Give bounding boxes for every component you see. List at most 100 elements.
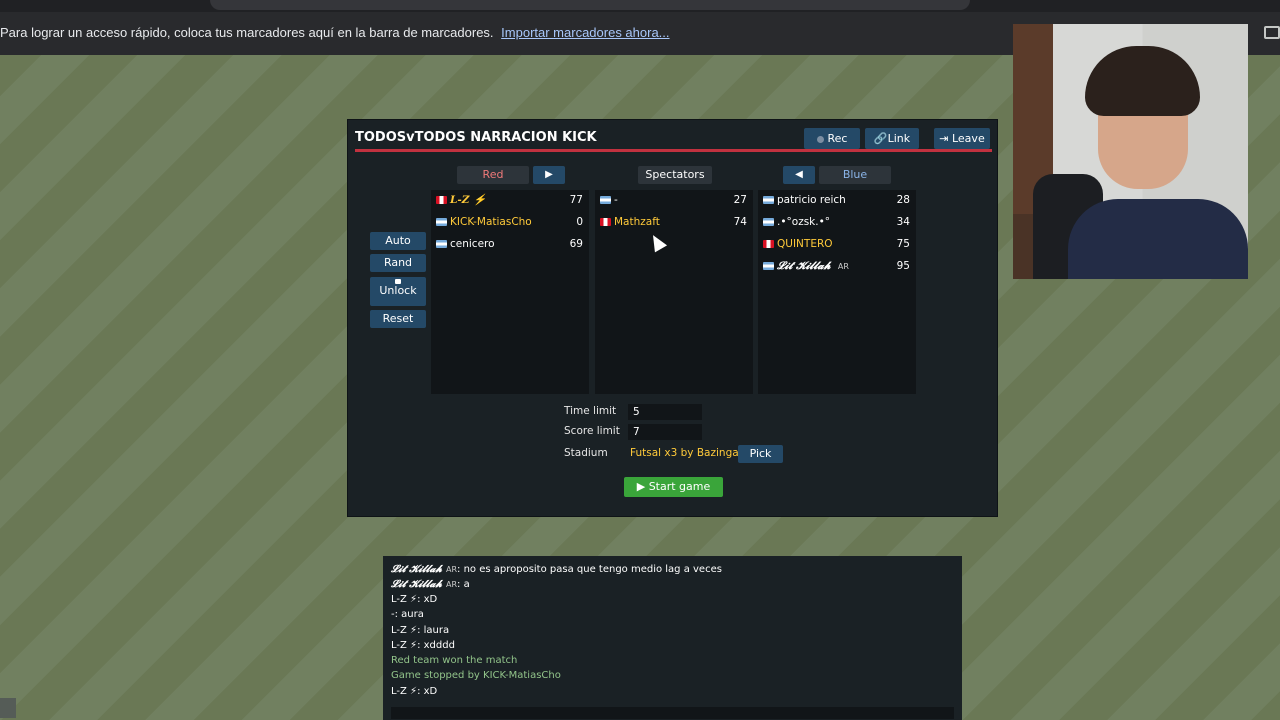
- list-item[interactable]: Mathzaft 74: [595, 212, 753, 234]
- list-item[interactable]: cenicero 69: [431, 234, 589, 256]
- rec-button[interactable]: Rec: [804, 128, 860, 149]
- list-item[interactable]: 𝓛𝓲𝓽 𝓚𝓲𝓵𝓵𝓪𝓱 AR 95: [758, 256, 916, 278]
- blue-team-list[interactable]: patricio reich 28 .•°ozsk.•° 34 QUINTERO…: [758, 190, 916, 394]
- chat-author: L-Z ⚡: [391, 625, 418, 636]
- leave-icon: ⇥: [939, 132, 952, 145]
- spectators-header[interactable]: Spectators: [638, 166, 712, 184]
- room-dialog: TODOSvTODOS NARRACION KICK Rec 🔗Link ⇥ L…: [347, 119, 998, 517]
- list-item[interactable]: .•°ozsk.•° 34: [758, 212, 916, 234]
- room-header: TODOSvTODOS NARRACION KICK Rec 🔗Link ⇥ L…: [355, 128, 992, 152]
- chat-message: 𝓛𝓲𝓽 𝓚𝓲𝓵𝓵𝓪𝓱 AR: no es aproposito pasa que …: [391, 564, 722, 575]
- chat-text: : laura: [417, 625, 450, 636]
- peru-flag-icon: [436, 196, 447, 204]
- list-item[interactable]: QUINTERO 75: [758, 234, 916, 256]
- time-limit-label: Time limit: [564, 405, 617, 417]
- score-limit-label: Score limit: [564, 425, 620, 437]
- webcam-person-shirt: [1068, 199, 1248, 279]
- start-game-button[interactable]: ▶ Start game: [624, 477, 723, 497]
- player-name: cenicero: [450, 238, 495, 250]
- play-icon: ▶: [636, 480, 649, 493]
- chat-author: L-Z ⚡: [391, 640, 418, 651]
- bookmark-message-text: Para lograr un acceso rápido, coloca tus…: [0, 25, 494, 40]
- import-bookmarks-link[interactable]: Importar marcadores ahora...: [501, 25, 669, 40]
- list-item[interactable]: KICK-MatiasCho 0: [431, 212, 589, 234]
- player-name: L-Z ⚡: [450, 194, 487, 206]
- chat-author: L-Z ⚡: [391, 686, 418, 697]
- chat-system-message: Red team won the match: [391, 655, 518, 666]
- start-game-label: Start game: [648, 480, 711, 493]
- unlock-label: Unlock: [379, 284, 417, 297]
- chat-text: : a: [457, 579, 470, 590]
- peru-flag-icon: [600, 218, 611, 226]
- player-name: .•°ozsk.•°: [777, 216, 831, 228]
- leave-button[interactable]: ⇥ Leave: [934, 128, 990, 149]
- chat-message: 𝓛𝓲𝓽 𝓚𝓲𝓵𝓵𝓪𝓱 AR: a: [391, 579, 470, 590]
- player-tag: AR: [837, 262, 849, 271]
- chat-input[interactable]: [391, 707, 954, 719]
- red-team-list[interactable]: L-Z ⚡ 77 KICK-MatiasCho 0 cenicero 69: [431, 190, 589, 394]
- player-name: patricio reich: [777, 194, 846, 206]
- bookmark-bar-message: Para lograr un acceso rápido, coloca tus…: [0, 25, 670, 40]
- rand-button[interactable]: Rand: [370, 254, 426, 272]
- argentina-flag-icon: [763, 262, 774, 270]
- chat-system-message: Game stopped by KICK-MatiasCho: [391, 670, 561, 681]
- leave-label: Leave: [951, 132, 985, 145]
- pick-stadium-button[interactable]: Pick: [738, 445, 783, 463]
- chat-author: 𝓛𝓲𝓽 𝓚𝓲𝓵𝓵𝓪𝓱: [391, 579, 442, 590]
- player-score: 69: [569, 238, 583, 250]
- argentina-flag-icon: [600, 196, 611, 204]
- argentina-flag-icon: [436, 218, 447, 226]
- red-team-header[interactable]: Red: [457, 166, 529, 184]
- chat-author: L-Z ⚡: [391, 594, 418, 605]
- chat-text: : xD: [417, 594, 438, 605]
- move-to-blue-button[interactable]: ◀: [783, 166, 815, 184]
- time-limit-field[interactable]: 5: [628, 404, 702, 420]
- argentina-flag-icon: [436, 240, 447, 248]
- player-score: 28: [896, 194, 910, 206]
- stadium-value: Futsal x3 by Bazinga f...: [630, 447, 755, 459]
- blue-team-header[interactable]: Blue: [819, 166, 891, 184]
- link-button[interactable]: 🔗Link: [865, 128, 919, 149]
- webcam-person-hair: [1085, 46, 1200, 116]
- chat-text: : xD: [417, 686, 438, 697]
- lock-icon: [395, 279, 401, 284]
- auto-button[interactable]: Auto: [370, 232, 426, 250]
- play-right-icon: ▶: [545, 169, 553, 180]
- room-title: TODOSvTODOS NARRACION KICK: [355, 130, 597, 145]
- player-score: 77: [569, 194, 583, 206]
- rec-label: Rec: [827, 132, 848, 145]
- reset-button[interactable]: Reset: [370, 310, 426, 328]
- chat-message: L-Z ⚡: xD: [391, 686, 437, 697]
- chat-text: : no es aproposito pasa que tengo medio …: [457, 564, 722, 575]
- unlock-button[interactable]: Unlock: [370, 277, 426, 306]
- chat-message: L-Z ⚡: laura: [391, 625, 449, 636]
- player-name: QUINTERO: [777, 238, 833, 250]
- record-icon: [816, 135, 824, 143]
- move-to-red-button[interactable]: ▶: [533, 166, 565, 184]
- player-score: 74: [733, 216, 747, 228]
- list-item[interactable]: - 27: [595, 190, 753, 212]
- player-score: 0: [576, 216, 583, 228]
- address-bar[interactable]: [210, 0, 970, 10]
- list-item[interactable]: patricio reich 28: [758, 190, 916, 212]
- peru-flag-icon: [763, 240, 774, 248]
- link-icon: 🔗: [873, 132, 888, 145]
- player-name: Mathzaft: [614, 216, 660, 228]
- chat-author-tag: AR: [445, 565, 458, 574]
- webcam-overlay: [1013, 24, 1248, 279]
- link-label: Link: [887, 132, 911, 145]
- chat-panel: 𝓛𝓲𝓽 𝓚𝓲𝓵𝓵𝓪𝓱 AR: no es aproposito pasa que …: [383, 556, 962, 720]
- player-score: 75: [896, 238, 910, 250]
- spectators-list[interactable]: - 27 Mathzaft 74: [595, 190, 753, 394]
- argentina-flag-icon: [763, 218, 774, 226]
- chat-message: L-Z ⚡: xdddd: [391, 640, 455, 651]
- chat-text: : xdddd: [417, 640, 455, 651]
- list-item[interactable]: L-Z ⚡ 77: [431, 190, 589, 212]
- play-left-icon: ◀: [795, 169, 803, 180]
- corner-widget: [0, 698, 16, 718]
- folder-icon[interactable]: [1264, 26, 1280, 39]
- argentina-flag-icon: [763, 196, 774, 204]
- chat-text: : aura: [394, 609, 424, 620]
- score-limit-field[interactable]: 7: [628, 424, 702, 440]
- player-name: KICK-MatiasCho: [450, 216, 532, 228]
